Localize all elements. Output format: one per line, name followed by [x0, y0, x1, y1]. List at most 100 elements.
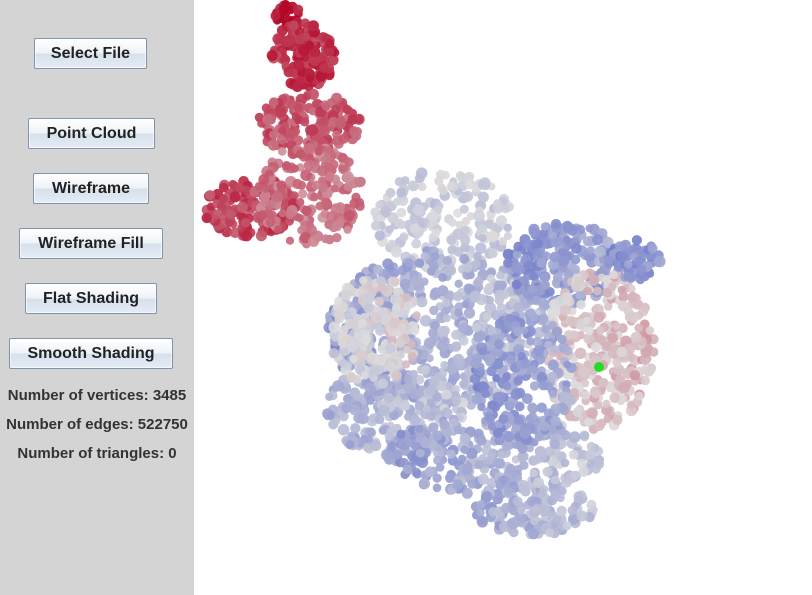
point-cloud-button[interactable]: Point Cloud — [28, 118, 155, 149]
point-cloud-vertex — [375, 325, 385, 336]
point-cloud-vertex — [393, 395, 402, 404]
point-cloud-vertex — [431, 228, 441, 238]
point-cloud-vertex — [428, 328, 438, 339]
point-cloud-vertex — [415, 448, 425, 458]
point-cloud-vertex — [393, 382, 403, 391]
point-cloud-vertex — [291, 127, 301, 136]
point-cloud-vertex — [629, 370, 641, 381]
point-cloud-vertex — [397, 220, 407, 230]
point-cloud-vertex — [410, 441, 420, 450]
point-cloud-vertex — [461, 464, 473, 476]
point-cloud-vertex — [396, 350, 405, 360]
point-cloud-vertex — [258, 174, 270, 186]
point-cloud-vertex — [486, 274, 495, 283]
wireframe-fill-button[interactable]: Wireframe Fill — [19, 228, 163, 259]
point-cloud-vertex — [464, 178, 476, 190]
point-cloud-vertex — [290, 164, 299, 173]
point-cloud-vertex — [618, 382, 630, 394]
point-cloud-vertex — [458, 454, 467, 463]
point-cloud-vertex — [374, 230, 385, 241]
point-cloud-vertex — [274, 225, 282, 234]
point-cloud-vertex — [562, 345, 573, 356]
point-cloud-vertex — [338, 359, 348, 368]
point-cloud-vertex — [270, 11, 281, 21]
point-cloud-vertex — [442, 314, 451, 323]
point-cloud-vertex — [423, 337, 436, 349]
point-cloud-vertex — [429, 291, 439, 301]
point-cloud-vertex — [343, 181, 354, 192]
point-cloud-vertex — [495, 215, 507, 227]
point-cloud-vertex — [307, 124, 319, 136]
point-cloud-vertex — [448, 218, 457, 227]
point-cloud-vertex — [582, 316, 591, 325]
point-cloud-vertex — [612, 322, 621, 331]
point-cloud-vertex — [619, 241, 628, 251]
point-cloud-canvas[interactable] — [194, 0, 812, 595]
point-cloud-vertex — [476, 435, 487, 446]
point-cloud-vertex — [391, 370, 402, 381]
point-cloud-vertex — [592, 234, 604, 246]
point-cloud-vertex — [588, 274, 600, 286]
select-file-button[interactable]: Select File — [34, 38, 147, 69]
point-cloud-vertex — [529, 312, 539, 322]
point-cloud-vertex — [328, 348, 339, 359]
point-cloud-vertex — [477, 473, 489, 485]
point-cloud-vertex — [486, 366, 497, 377]
point-cloud-vertex — [385, 187, 396, 198]
point-cloud-vertex — [528, 284, 538, 294]
point-cloud-vertex — [415, 424, 424, 433]
point-cloud-vertex — [345, 440, 355, 449]
point-cloud-vertex — [485, 413, 495, 423]
flat-shading-button[interactable]: Flat Shading — [25, 283, 157, 314]
point-cloud-vertex — [585, 326, 594, 336]
point-cloud-vertex — [512, 496, 523, 507]
point-cloud-vertex — [412, 311, 421, 320]
point-cloud-vertex — [340, 289, 352, 301]
point-cloud-vertex — [318, 182, 329, 193]
point-cloud-vertex — [513, 376, 523, 385]
point-cloud-vertex — [498, 414, 509, 424]
point-cloud-vertex — [377, 283, 387, 293]
point-cloud-vertex — [505, 463, 516, 474]
point-cloud-vertex — [513, 415, 524, 425]
point-cloud-vertex — [548, 425, 558, 435]
point-cloud-vertex — [363, 292, 375, 304]
point-cloud-vertex — [594, 246, 606, 258]
point-cloud-vertex — [623, 272, 633, 282]
point-cloud-vertex — [586, 459, 596, 468]
point-cloud-vertex — [415, 388, 425, 398]
point-cloud-vertex — [567, 505, 577, 515]
point-cloud-vertex — [459, 253, 470, 264]
point-cloud-vertex — [502, 248, 514, 260]
point-cloud-vertex — [478, 234, 487, 243]
point-cloud-vertex — [635, 391, 644, 401]
point-cloud-vertex — [361, 334, 371, 345]
point-cloud-vertex — [281, 161, 292, 171]
point-cloud-vertex — [291, 112, 300, 121]
render-viewport[interactable] — [194, 0, 812, 595]
point-cloud-vertex — [568, 449, 579, 460]
point-cloud-vertex — [288, 67, 298, 78]
point-cloud-vertex — [586, 407, 598, 419]
point-cloud-vertex — [502, 381, 512, 391]
point-cloud-vertex — [438, 272, 448, 282]
point-cloud-vertex — [321, 234, 330, 244]
point-cloud-vertex — [229, 191, 241, 203]
point-cloud-vertex — [581, 379, 590, 388]
point-cloud-vertex — [597, 378, 608, 388]
point-cloud-vertex — [390, 246, 402, 258]
smooth-shading-button[interactable]: Smooth Shading — [9, 338, 173, 369]
point-cloud-vertex — [216, 201, 226, 212]
point-cloud-vertex — [389, 276, 400, 286]
point-cloud-vertex — [425, 385, 436, 396]
point-cloud-vertex — [446, 363, 458, 375]
point-cloud-vertex — [470, 294, 479, 303]
point-cloud-vertex — [513, 302, 524, 313]
edge-count-label: Number of edges: 522750 — [6, 416, 188, 433]
point-cloud-vertex — [385, 343, 396, 354]
point-cloud-vertex — [381, 449, 393, 462]
wireframe-button[interactable]: Wireframe — [33, 173, 149, 204]
point-cloud-vertex — [505, 313, 514, 323]
control-panel: Select File Point Cloud Wireframe Wirefr… — [0, 0, 194, 595]
point-cloud-vertex — [488, 507, 498, 517]
